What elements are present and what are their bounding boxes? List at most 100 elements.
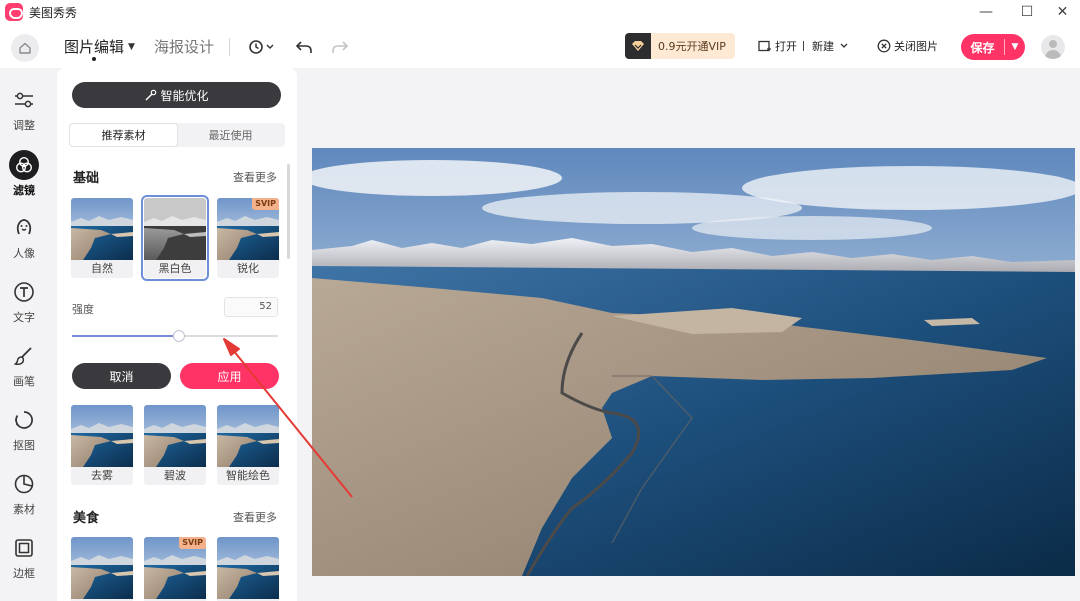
filter-thumb-food-3[interactable] (217, 537, 279, 601)
sliders-icon (11, 87, 37, 113)
strength-slider-handle[interactable] (173, 330, 186, 342)
action-divider (803, 41, 804, 51)
svip-badge: SVIP (252, 198, 279, 210)
sidebar-label: 素材 (13, 503, 35, 516)
svip-badge: SVIP (179, 537, 206, 549)
smart-optimize-label: 智能优化 (160, 88, 209, 103)
filter-preview-image (144, 198, 206, 260)
apply-button[interactable]: 应用 (180, 363, 279, 389)
open-button[interactable]: 打开 (758, 38, 797, 54)
filter-preview-image (71, 405, 133, 467)
home-button[interactable] (11, 34, 39, 62)
sidebar-label: 文字 (13, 311, 35, 324)
filter-preview-image (217, 537, 279, 599)
home-icon (19, 42, 31, 54)
chevron-down-icon[interactable]: ▼ (1005, 42, 1025, 52)
vip-label: 0.9元开通VIP (658, 40, 726, 53)
app-logo-icon (5, 3, 23, 21)
section-title-basic: 基础 (73, 171, 100, 186)
app-title: 美图秀秀 (29, 5, 78, 20)
open-image-icon (758, 40, 771, 51)
close-image-label: 关闭图片 (894, 40, 938, 53)
edited-photo[interactable] (312, 148, 1075, 576)
save-label: 保存 (970, 40, 995, 55)
maximize-button[interactable]: ☐ (1004, 0, 1050, 24)
redo-icon (332, 41, 349, 53)
cancel-button[interactable]: 取消 (72, 363, 171, 389)
filter-panel: 智能优化 推荐素材 最近使用 基础 查看更多 自然 黑白色 SVIP 锐化 强度… (57, 68, 297, 601)
strength-value-input[interactable]: 52 (224, 297, 278, 317)
smart-optimize-button[interactable]: 智能优化 (72, 82, 281, 108)
top-toolbar: 图片编辑 ▼ 海报设计 0.9元开通VIP 打开 新建 关闭图片 保存 ▼ (0, 24, 1080, 68)
toolbar-divider (229, 38, 230, 56)
tab-image-edit[interactable]: 图片编辑 ▼ (64, 36, 135, 57)
title-bar: 美图秀秀 — ☐ ✕ (0, 0, 1080, 24)
filter-name: 锐化 (237, 262, 259, 275)
sidebar-item-filter[interactable]: 滤镜 (0, 150, 48, 198)
panel-scrollbar[interactable] (287, 164, 290, 259)
sidebar-item-portrait[interactable]: 人像 (0, 215, 48, 263)
filter-thumb-azure[interactable]: 碧波 (144, 405, 206, 485)
tab-recent[interactable]: 最近使用 (177, 124, 284, 146)
close-image-button[interactable]: 关闭图片 (877, 38, 938, 54)
filter-thumb-food-1[interactable] (71, 537, 133, 601)
filter-thumb-natural[interactable]: 自然 (71, 198, 133, 278)
filter-thumb-smart-color[interactable]: 智能绘色 (217, 405, 279, 485)
sidebar-item-adjust[interactable]: 调整 (0, 87, 48, 135)
brush-icon (11, 343, 37, 369)
close-window-button[interactable]: ✕ (1045, 0, 1080, 24)
strength-slider[interactable] (72, 330, 278, 342)
section-title-food: 美食 (73, 511, 100, 526)
undo-icon (295, 41, 312, 53)
sidebar-label: 滤镜 (13, 184, 35, 197)
filter-thumb-sharpen[interactable]: SVIP 锐化 (217, 198, 279, 278)
filter-thumb-food-2[interactable]: SVIP (144, 537, 206, 601)
chevron-down-icon (840, 43, 848, 48)
tab-recommended[interactable]: 推荐素材 (70, 124, 177, 146)
filter-name: 碧波 (164, 469, 186, 482)
sticker-icon (11, 471, 37, 497)
tab-poster-design[interactable]: 海报设计 (154, 36, 214, 57)
filter-preview-image (71, 198, 133, 260)
filter-thumb-dehaze[interactable]: 去雾 (71, 405, 133, 485)
vip-button[interactable]: 0.9元开通VIP (625, 33, 735, 59)
cutout-icon (11, 407, 37, 433)
strength-slider-fill (72, 335, 180, 337)
view-more-food-link[interactable]: 查看更多 (233, 509, 277, 525)
active-tab-indicator (92, 57, 96, 61)
sidebar-label: 调整 (13, 119, 35, 132)
redo-button[interactable] (331, 36, 349, 58)
filter-preview-image (71, 537, 133, 599)
sidebar-item-cutout[interactable]: 抠图 (0, 407, 48, 455)
filter-preview-image (144, 405, 206, 467)
filter-name: 自然 (91, 262, 113, 275)
portrait-icon (11, 215, 37, 241)
diamond-icon (625, 33, 651, 59)
history-icon (249, 40, 274, 54)
frame-icon (11, 535, 37, 561)
panel-tabs: 推荐素材 最近使用 (69, 123, 285, 147)
history-button[interactable] (248, 36, 276, 58)
filter-thumb-black-white[interactable]: 黑白色 (141, 195, 209, 281)
sidebar-label: 人像 (13, 247, 35, 260)
undo-button[interactable] (295, 36, 313, 58)
magic-wand-icon (145, 89, 157, 100)
open-label: 打开 (775, 40, 797, 53)
close-circle-icon (877, 39, 891, 53)
sidebar-item-frame[interactable]: 边框 (0, 535, 48, 583)
sidebar-item-brush[interactable]: 画笔 (0, 343, 48, 391)
sidebar-item-sticker[interactable]: 素材 (0, 471, 48, 519)
view-more-basic-link[interactable]: 查看更多 (233, 169, 277, 185)
sidebar-label: 边框 (13, 567, 35, 580)
new-button[interactable]: 新建 (812, 38, 849, 54)
sidebar-label: 画笔 (13, 375, 35, 388)
filter-name: 智能绘色 (226, 469, 270, 482)
user-avatar[interactable] (1041, 35, 1065, 59)
new-label: 新建 (812, 40, 834, 53)
landscape-photo (312, 148, 1075, 576)
save-button[interactable]: 保存 ▼ (961, 34, 1025, 60)
tab-image-edit-label: 图片编辑 (64, 38, 125, 56)
sidebar-item-text[interactable]: 文字 (0, 279, 48, 327)
filter-circles-icon (9, 150, 39, 180)
minimize-button[interactable]: — (963, 0, 1009, 24)
